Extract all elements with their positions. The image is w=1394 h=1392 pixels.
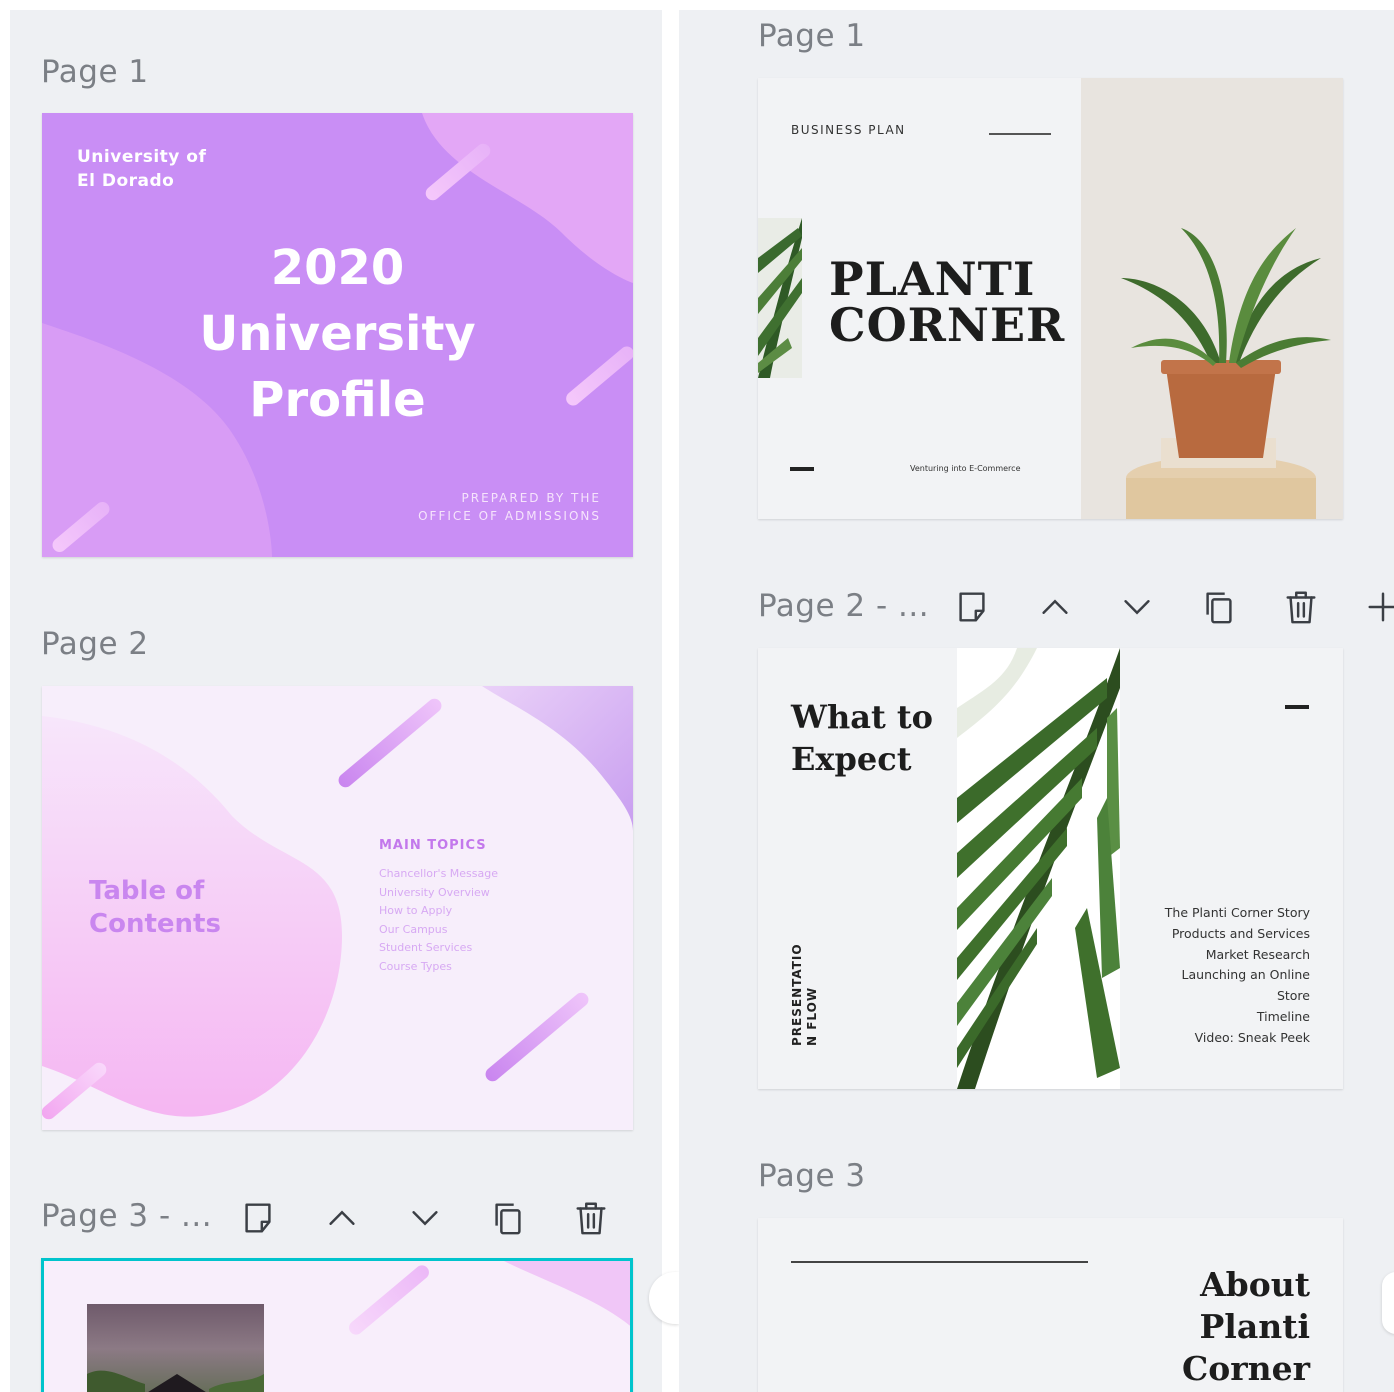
slide-topic-item: Chancellor's Message [379, 867, 499, 880]
slide-thumbnail-page-3-selected[interactable] [41, 1258, 633, 1392]
slide-topics-heading: MAIN TOPICS [379, 838, 487, 853]
move-down-icon[interactable] [405, 1198, 445, 1238]
right-page-list: Page 1 BUSINESS PLAN PLANTI CORNER Ventu… [679, 10, 1394, 1392]
potted-plant-photo [1081, 78, 1343, 519]
slide-org-name: University of El Dorado [77, 147, 207, 191]
delete-icon[interactable] [1281, 587, 1321, 627]
page-label-2: Page 2 - ... [758, 588, 930, 624]
move-down-icon[interactable] [1117, 587, 1157, 627]
duplicate-icon[interactable] [1199, 587, 1239, 627]
slide-topic-item: Student Services [379, 941, 473, 954]
slide-thumbnail-university-profile[interactable]: University of El Dorado 2020 University … [42, 113, 633, 557]
slide-title-line1: What to [791, 698, 933, 736]
slide-topics: MAIN TOPICS Chancellor's Message Univers… [379, 838, 498, 976]
slide-title-line1: PLANTI [829, 252, 1036, 306]
divider-line [791, 1261, 1088, 1263]
slide-thumbnail-planti-corner[interactable]: BUSINESS PLAN PLANTI CORNER Venturing in… [758, 78, 1343, 519]
duplicate-icon[interactable] [488, 1198, 528, 1238]
leaf-strip-image [758, 218, 802, 378]
page-label-3: Page 3 [758, 1158, 866, 1194]
slide-agenda-item: Store [1276, 988, 1310, 1004]
slide-agenda-item: Market Research [1205, 946, 1310, 962]
page-label-3: Page 3 - ... [41, 1198, 213, 1234]
slide-title-line2: University [199, 306, 476, 362]
divider-line [989, 133, 1051, 135]
page-label-2: Page 2 [41, 626, 149, 662]
accent-bar [790, 467, 814, 471]
slide-title-line1: About [1200, 1265, 1310, 1304]
slide-title-line3: Corner [1181, 1349, 1310, 1388]
slide-agenda-item: Timeline [1256, 1008, 1310, 1024]
add-note-icon[interactable] [238, 1198, 278, 1238]
left-page-list: Page 1 University of El Dorado 2020 Univ… [10, 10, 662, 1392]
slide-thumbnail-table-of-contents[interactable]: Table of Contents MAIN TOPICS Chancellor… [42, 686, 633, 1130]
slide-title-line2: CORNER [829, 298, 1066, 352]
accent-bar [1285, 705, 1309, 709]
add-page-icon[interactable] [1363, 587, 1394, 627]
slide-vertical-label: PRESENTATIO N FLOW [790, 943, 819, 1046]
slide-title-line2: Planti [1199, 1307, 1310, 1346]
palm-leaf-photo [957, 648, 1120, 1089]
slide-agenda-item: The Planti Corner Story [1164, 905, 1310, 920]
slide-topic-item: Our Campus [379, 922, 448, 936]
slide-title-line3: Profile [249, 372, 426, 428]
slide-title-line2: Expect [791, 740, 912, 778]
move-up-icon[interactable] [1035, 587, 1075, 627]
slide-toc-title: Table of Contents [89, 876, 221, 939]
slide-kicker: BUSINESS PLAN [791, 123, 906, 137]
slide-thumbnail-about-planti-corner[interactable]: About Planti Corner [758, 1218, 1343, 1392]
slide-title-year: 2020 [270, 240, 405, 296]
page-label-1: Page 1 [758, 18, 866, 54]
slide-topic-item: Course Types [379, 959, 452, 973]
graduate-photo [87, 1304, 264, 1392]
slide-thumbnail-what-to-expect[interactable]: What to Expect PRESENTATIO N FLOW The Pl… [758, 648, 1343, 1089]
slide-agenda-item: Launching an Online [1181, 967, 1310, 983]
slide-agenda-item: Products and Services [1171, 925, 1310, 941]
slide-tagline: Venturing into E-Commerce [910, 464, 1021, 473]
page-label-1: Page 1 [41, 54, 149, 90]
slide-footer-line1: PREPARED BY THE [461, 491, 601, 505]
delete-icon[interactable] [571, 1198, 611, 1238]
slide-topic-item: University Overview [379, 885, 490, 899]
slide-agenda-item: Video: Sneak Peek [1194, 1029, 1310, 1045]
move-up-icon[interactable] [322, 1198, 362, 1238]
slide-footer-line2: OFFICE OF ADMISSIONS [418, 509, 601, 523]
slide-topic-item: How to Apply [379, 904, 453, 917]
add-note-icon[interactable] [952, 587, 992, 627]
scroll-handle[interactable] [1382, 1272, 1394, 1334]
